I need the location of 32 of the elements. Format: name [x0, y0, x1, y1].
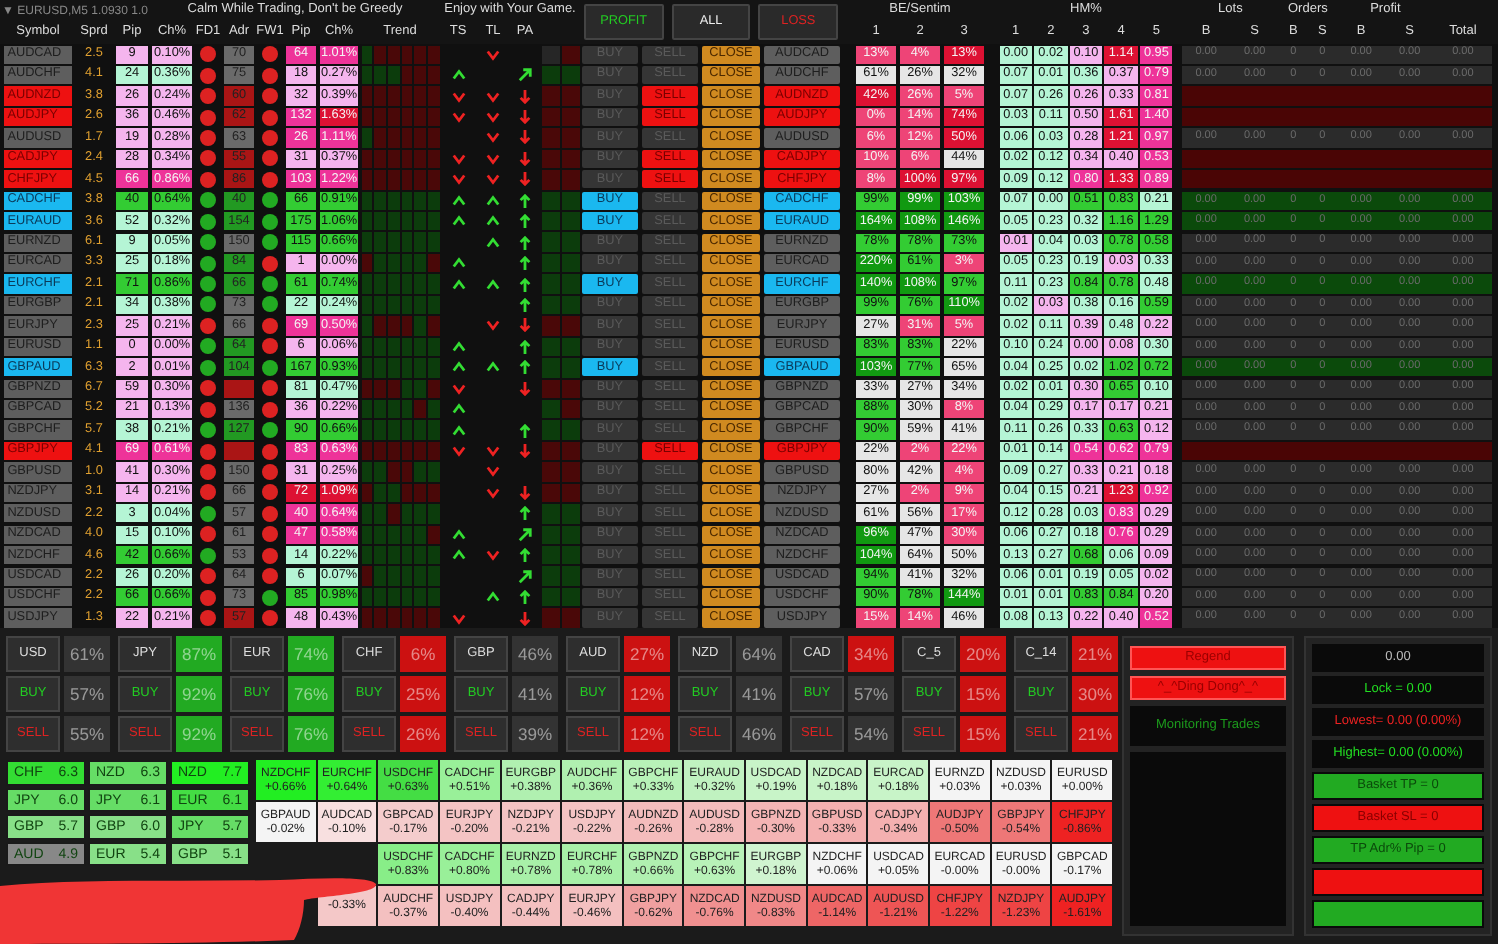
strength-value: 57% — [848, 676, 894, 713]
strength-value: 26% — [400, 716, 446, 753]
strength-value: 74% — [288, 636, 334, 673]
strength-value: 61% — [64, 636, 110, 673]
strength-value: 64% — [736, 636, 782, 673]
strength-value: 76% — [288, 716, 334, 753]
strength-value: 46% — [512, 636, 558, 673]
strength-value: 21% — [1072, 636, 1118, 673]
strength-value: 15% — [960, 676, 1006, 713]
strength-value: 6% — [400, 636, 446, 673]
strength-value: 57% — [64, 676, 110, 713]
strength-value: 54% — [848, 716, 894, 753]
strength-value: 46% — [736, 716, 782, 753]
strength-value: 92% — [176, 676, 222, 713]
strength-value: 27% — [624, 636, 670, 673]
basket-button[interactable] — [1312, 900, 1484, 928]
strength-value: 76% — [288, 676, 334, 713]
strength-value: 25% — [400, 676, 446, 713]
strength-value: 39% — [512, 716, 558, 753]
strength-value: 21% — [1072, 716, 1118, 753]
strength-value: 55% — [64, 716, 110, 753]
strength-value: 41% — [736, 676, 782, 713]
strength-value: 34% — [848, 636, 894, 673]
strength-value: 15% — [960, 716, 1006, 753]
basket-button[interactable] — [1312, 868, 1484, 896]
strength-value: 41% — [512, 676, 558, 713]
strength-value: 92% — [176, 716, 222, 753]
strength-value: 12% — [624, 676, 670, 713]
strength-value: 30% — [1072, 676, 1118, 713]
strength-value: 12% — [624, 716, 670, 753]
strength-value: 20% — [960, 636, 1006, 673]
strength-value: 87% — [176, 636, 222, 673]
